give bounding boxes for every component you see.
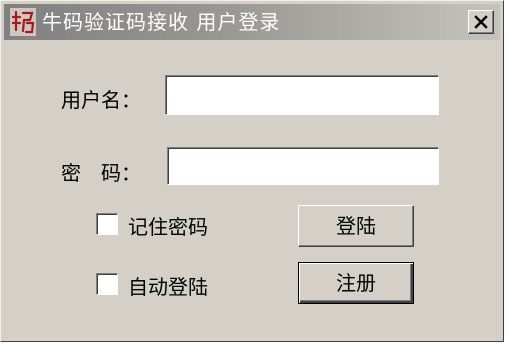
remember-password-checkbox[interactable] [96,213,118,235]
close-icon [474,15,488,29]
title-bar[interactable]: 牛码验证码接收 用户登录 [4,4,500,40]
username-label: 用户名： [61,88,141,112]
app-seal-icon [10,8,36,36]
remember-password-label[interactable]: 记住密码 [128,211,208,240]
register-button[interactable]: 注册 [298,262,414,304]
password-input[interactable] [167,147,439,185]
login-button[interactable]: 登陆 [298,205,414,247]
window-title: 牛码验证码接收 用户登录 [42,10,281,34]
login-window: 牛码验证码接收 用户登录 用户名： 密 码： 记住密码 自动登陆 登陆 注册 [0,0,504,342]
username-input[interactable] [165,75,439,115]
auto-login-label[interactable]: 自动登陆 [128,271,208,300]
password-label: 密 码： [61,161,141,185]
close-button[interactable] [468,10,494,34]
auto-login-checkbox[interactable] [96,273,118,295]
